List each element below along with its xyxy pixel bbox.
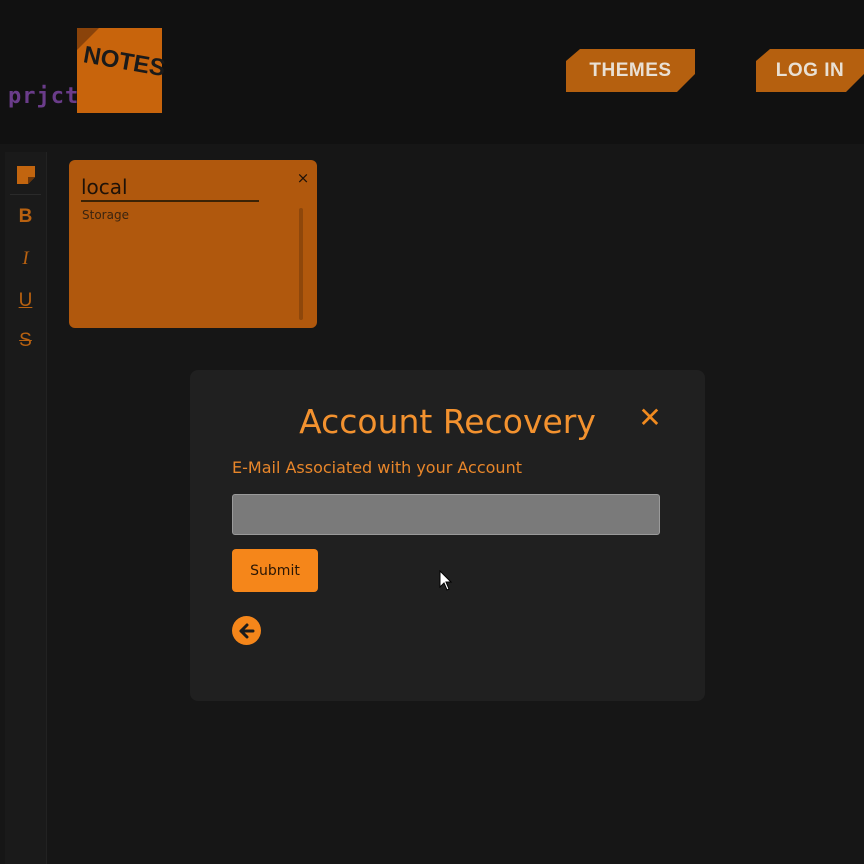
sticky-note-icon [16, 166, 35, 184]
modal-title: Account Recovery [299, 402, 596, 441]
note-scrollbar[interactable] [299, 208, 303, 320]
close-icon[interactable]: ✕ [637, 404, 663, 432]
bold-button[interactable]: B [5, 202, 46, 232]
note-card[interactable]: local × Storage [69, 160, 317, 328]
app-header: NOTES prjct THEMES LOG IN [0, 0, 864, 144]
account-recovery-modal: Account Recovery ✕ E-Mail Associated wit… [190, 370, 705, 701]
logo-note-text: NOTES [81, 41, 168, 83]
note-title[interactable]: local [81, 174, 259, 202]
themes-button[interactable]: THEMES [566, 49, 695, 92]
new-note-button[interactable] [5, 160, 46, 190]
note-close-icon[interactable]: × [295, 170, 311, 186]
mouse-cursor-icon [439, 570, 453, 591]
login-button[interactable]: LOG IN [756, 49, 864, 92]
format-toolbar: B I U S [5, 152, 47, 864]
logo-note[interactable]: NOTES [77, 28, 168, 113]
email-field[interactable] [232, 494, 660, 535]
note-body[interactable]: Storage [82, 208, 129, 222]
arrow-left-icon [239, 623, 254, 638]
strikethrough-button[interactable]: S [5, 326, 46, 356]
back-button[interactable] [232, 616, 261, 645]
email-label: E-Mail Associated with your Account [232, 458, 522, 477]
submit-button[interactable]: Submit [232, 549, 318, 592]
underline-button[interactable]: U [5, 286, 46, 316]
toolbar-divider [10, 194, 41, 195]
logo-text[interactable]: prjct [8, 84, 79, 109]
italic-button[interactable]: I [5, 244, 46, 274]
